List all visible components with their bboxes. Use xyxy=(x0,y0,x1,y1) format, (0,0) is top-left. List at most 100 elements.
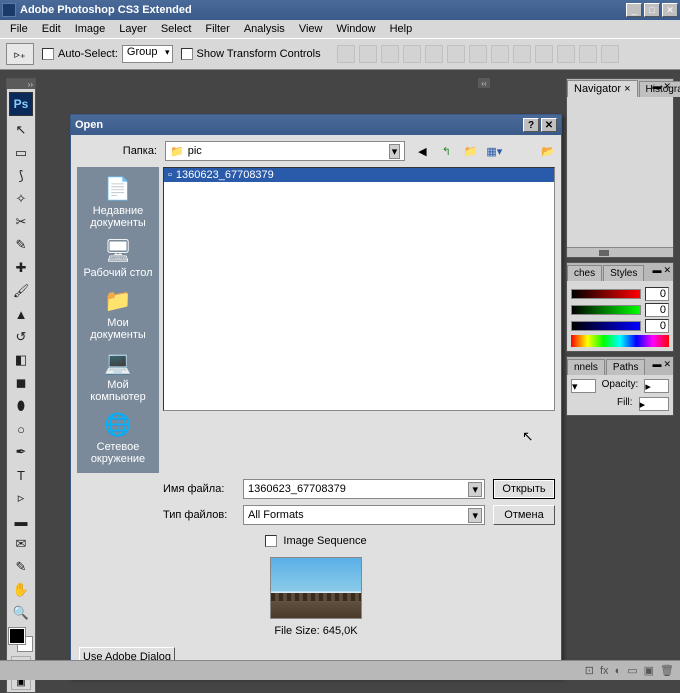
view-menu-icon[interactable]: ▦▾ xyxy=(485,142,503,160)
tab-channels[interactable]: nnels xyxy=(567,359,605,375)
panel-collapse-icon[interactable]: ▬ xyxy=(652,359,661,370)
navigator-zoom-slider[interactable] xyxy=(567,247,673,257)
eraser-tool[interactable]: ◧ xyxy=(9,349,33,371)
menu-filter[interactable]: Filter xyxy=(199,21,235,37)
g-slider[interactable] xyxy=(571,305,641,315)
tab-styles[interactable]: Styles xyxy=(603,265,644,281)
b-slider[interactable] xyxy=(571,321,641,331)
align-icon[interactable] xyxy=(403,45,421,63)
blend-mode-dropdown[interactable]: ▾ xyxy=(571,379,596,393)
align-icon[interactable] xyxy=(579,45,597,63)
align-icon[interactable] xyxy=(469,45,487,63)
menu-file[interactable]: File xyxy=(4,21,34,37)
place-mycomp[interactable]: 💻Мой компьютер xyxy=(77,345,159,407)
notes-tool[interactable]: ✉ xyxy=(9,533,33,555)
align-icon[interactable] xyxy=(381,45,399,63)
tool-preset-picker[interactable]: ▹₊ xyxy=(6,43,34,65)
blur-tool[interactable]: ⬮ xyxy=(9,395,33,417)
dock-collapse-icon[interactable]: ‹‹ xyxy=(478,78,490,88)
auto-select-dropdown[interactable]: Group xyxy=(122,45,173,63)
place-mydocs[interactable]: 📁Мои документы xyxy=(77,283,159,345)
place-desktop[interactable]: 🖥Рабочий стол xyxy=(77,233,159,283)
panel-close-icon[interactable]: ✕ xyxy=(663,359,671,370)
open-button[interactable]: Открыть xyxy=(493,479,555,499)
marquee-tool[interactable]: ▭ xyxy=(9,142,33,164)
lasso-tool[interactable]: ⟆ xyxy=(9,165,33,187)
r-slider[interactable] xyxy=(571,289,641,299)
status-icon[interactable]: ◐ xyxy=(615,665,622,677)
tab-navigator[interactable]: Navigator× xyxy=(567,80,638,97)
opacity-field[interactable]: ▸ xyxy=(644,379,669,393)
pen-tool[interactable]: ✒ xyxy=(9,441,33,463)
place-recent[interactable]: 📄Недавние документы xyxy=(77,171,159,233)
place-network[interactable]: 🌐Сетевое окружение xyxy=(77,407,159,469)
stamp-tool[interactable]: ▲ xyxy=(9,303,33,325)
brush-tool[interactable]: 🖌 xyxy=(9,280,33,302)
menu-layer[interactable]: Layer xyxy=(113,21,153,37)
tab-paths[interactable]: Paths xyxy=(606,359,646,375)
align-icon[interactable] xyxy=(491,45,509,63)
r-value[interactable]: 0 xyxy=(645,287,669,301)
auto-select-checkbox[interactable] xyxy=(42,48,54,60)
align-icon[interactable] xyxy=(513,45,531,63)
align-icon[interactable] xyxy=(601,45,619,63)
shape-tool[interactable]: ▬ xyxy=(9,510,33,532)
align-icon[interactable] xyxy=(425,45,443,63)
menu-view[interactable]: View xyxy=(293,21,329,37)
align-icon[interactable] xyxy=(557,45,575,63)
crop-tool[interactable]: ✂ xyxy=(9,211,33,233)
maximize-button[interactable]: □ xyxy=(644,3,660,17)
status-icon[interactable]: ⊡ xyxy=(585,664,594,677)
menu-analysis[interactable]: Analysis xyxy=(238,21,291,37)
align-icon[interactable] xyxy=(447,45,465,63)
align-icon[interactable] xyxy=(535,45,553,63)
menu-select[interactable]: Select xyxy=(155,21,198,37)
type-tool[interactable]: T xyxy=(9,464,33,486)
healing-tool[interactable]: ✚ xyxy=(9,257,33,279)
panel-collapse-icon[interactable]: ▬ xyxy=(652,265,661,276)
show-transform-checkbox[interactable] xyxy=(181,48,193,60)
file-list[interactable]: ▫ 1360623_67708379 xyxy=(163,167,555,411)
zoom-tool[interactable]: 🔍 xyxy=(9,602,33,624)
color-swatches[interactable] xyxy=(9,628,33,652)
cancel-button[interactable]: Отмена xyxy=(493,505,555,525)
hand-tool[interactable]: ✋ xyxy=(9,579,33,601)
panel-collapse-icon[interactable]: ▬ xyxy=(652,81,661,92)
favorites-icon[interactable]: 📂 xyxy=(541,145,555,158)
wand-tool[interactable]: ✧ xyxy=(9,188,33,210)
status-icon[interactable]: 🗑 xyxy=(660,664,674,677)
file-item[interactable]: ▫ 1360623_67708379 xyxy=(164,168,554,182)
back-icon[interactable]: ◀ xyxy=(413,142,431,160)
b-value[interactable]: 0 xyxy=(645,319,669,333)
panel-close-icon[interactable]: ✕ xyxy=(663,81,671,92)
tab-swatches[interactable]: ches xyxy=(567,265,602,281)
status-icon[interactable]: fx xyxy=(600,665,609,677)
filetype-dropdown[interactable]: All Formats xyxy=(243,505,485,525)
image-sequence-checkbox[interactable] xyxy=(265,535,277,547)
minimize-button[interactable]: _ xyxy=(626,3,642,17)
new-folder-icon[interactable]: 📁 xyxy=(461,142,479,160)
menu-help[interactable]: Help xyxy=(384,21,419,37)
close-button[interactable]: ✕ xyxy=(662,3,678,17)
align-icon[interactable] xyxy=(337,45,355,63)
gradient-tool[interactable]: ◼ xyxy=(9,372,33,394)
status-icon[interactable]: ▭ xyxy=(627,664,637,677)
eyedropper2-tool[interactable]: ✎ xyxy=(9,556,33,578)
folder-dropdown[interactable]: 📁 pic xyxy=(165,141,405,161)
dialog-help-button[interactable]: ? xyxy=(523,118,539,132)
history-brush-tool[interactable]: ↺ xyxy=(9,326,33,348)
dialog-titlebar[interactable]: Open ? ✕ xyxy=(71,115,561,135)
move-tool[interactable]: ↖ xyxy=(9,119,33,141)
up-icon[interactable]: ↰ xyxy=(437,142,455,160)
menu-window[interactable]: Window xyxy=(330,21,381,37)
dialog-close-button[interactable]: ✕ xyxy=(541,118,557,132)
fill-field[interactable]: ▸ xyxy=(639,397,669,411)
g-value[interactable]: 0 xyxy=(645,303,669,317)
hue-strip[interactable] xyxy=(571,335,669,347)
filename-input[interactable]: 1360623_67708379 xyxy=(243,479,485,499)
status-icon[interactable]: ▣ xyxy=(644,664,654,677)
tools-panel-header[interactable]: ›› xyxy=(7,79,35,89)
path-tool[interactable]: ▹ xyxy=(9,487,33,509)
menu-image[interactable]: Image xyxy=(69,21,112,37)
menu-edit[interactable]: Edit xyxy=(36,21,67,37)
